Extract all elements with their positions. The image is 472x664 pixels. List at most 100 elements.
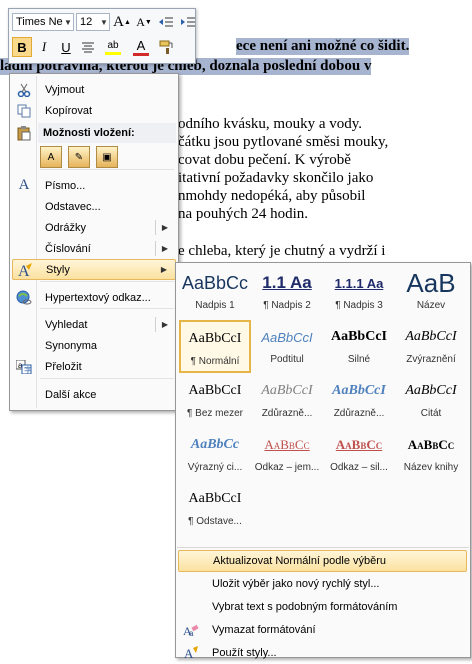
copy-icon [12, 104, 36, 118]
style-preview: AaBbCcI [188, 491, 242, 506]
menu-item-kopirovat[interactable]: Kopírovat [12, 100, 176, 121]
submenu-arrow-icon[interactable]: ▶ [161, 265, 167, 274]
style-tile[interactable]: AaBbCcI Zvýraznění [395, 320, 467, 373]
mini-toolbar: Times Ne ▼ 12 ▼ A ▲ A ▼ B I U ab A [8, 8, 196, 64]
chevron-down-icon[interactable]: ▼ [63, 18, 73, 27]
styles-action-item[interactable]: Vybrat text s podobným formátováním [178, 596, 467, 618]
increase-indent-icon[interactable] [178, 12, 198, 32]
style-tile[interactable]: AaBbCcI Zdůrazně... [323, 374, 395, 427]
align-center-icon[interactable] [78, 37, 98, 57]
menu-item-label: Přeložit [45, 360, 82, 373]
style-tile[interactable]: AaBbCc Výrazný ci... [179, 428, 251, 481]
style-name: Zdůrazně... [333, 408, 385, 419]
styles-action-label: Použít styly... [212, 647, 277, 659]
paste-text-only-button[interactable]: ▣ [96, 146, 118, 168]
font-color-icon: A [136, 37, 146, 53]
style-tile[interactable]: AaBbCcI ¶ Bez mezer [179, 374, 251, 427]
bold-button[interactable]: B [12, 37, 32, 57]
style-tile[interactable]: AaBbCc Odkaz – jem... [251, 428, 323, 481]
chevron-down-icon[interactable]: ▼ [99, 18, 109, 27]
font-icon: A [18, 177, 30, 193]
style-tile[interactable]: AaBbCcI Podtitul [251, 320, 323, 373]
document-line: covat dobu pečení. K výrobě [178, 152, 351, 168]
menu-item-odrazky[interactable]: Odrážky ▶ [12, 217, 176, 238]
translate-icon: a字 [12, 359, 36, 374]
menu-separator [40, 169, 174, 170]
document-line: itativní požadavky skončilo jako [178, 170, 374, 186]
split-button-divider [155, 220, 156, 235]
style-preview: AaBbCcI [261, 383, 313, 398]
style-tile[interactable]: 1.1 Aa ¶ Nadpis 2 [251, 266, 323, 319]
style-name: Zdůrazně... [261, 408, 313, 419]
highlight-color-button[interactable]: ab [100, 37, 126, 57]
style-tile[interactable]: AaBbCcI ¶ Odstave... [179, 482, 251, 535]
menu-item-label: Synonyma [45, 339, 97, 352]
shrink-font-icon[interactable]: A ▼ [134, 12, 154, 32]
style-tile[interactable]: 1.1.1 Aa ¶ Nadpis 3 [323, 266, 395, 319]
svg-text:A: A [184, 646, 194, 660]
style-tile[interactable]: AaBbCcI Silné [323, 320, 395, 373]
menu-item-label: Vyhledat [45, 318, 88, 331]
styles-icon: A [13, 262, 37, 278]
document-line: čátku jsou pytlované směsi mouky, [178, 134, 389, 150]
menu-item-vyhledat[interactable]: Vyhledat ▶ [12, 314, 176, 335]
menu-item-label: Odrážky [45, 221, 86, 234]
style-tile[interactable]: AaB Název [395, 266, 467, 319]
font-name-combo[interactable]: Times Ne ▼ [12, 13, 74, 31]
styles-action-item[interactable]: Aktualizovat Normální podle výběru [178, 550, 467, 572]
style-preview: AaBbCcI [330, 329, 387, 344]
menu-item-label: Hypertextový odkaz... [45, 291, 151, 304]
menu-item-pismo[interactable]: A Písmo... [12, 175, 176, 196]
underline-button[interactable]: U [56, 37, 76, 57]
menu-item-hypertextovy-odkaz[interactable]: Hypertextový odkaz... [12, 287, 176, 308]
style-name: ¶ Odstave... [188, 516, 242, 527]
submenu-arrow-icon[interactable]: ▶ [162, 320, 168, 329]
style-preview: AaBbCcI [332, 383, 386, 398]
split-button-divider [155, 317, 156, 332]
style-name: Výrazný ci... [187, 462, 243, 473]
styles-action-label: Uložit výběr jako nový rychlý styl... [212, 578, 380, 590]
decrease-indent-icon[interactable] [156, 12, 176, 32]
menu-item-styly[interactable]: A Styly ▶ [12, 259, 176, 280]
style-preview: AaB [406, 267, 456, 298]
menu-item-cislovani[interactable]: Číslování ▶ [12, 238, 176, 259]
style-name: Odkaz – jem... [254, 462, 320, 473]
style-tile[interactable]: AaBbCc Název knihy [395, 428, 467, 481]
styles-action-item[interactable]: Uložit výběr jako nový rychlý styl... [178, 573, 467, 595]
menu-item-label: Kopírovat [45, 104, 93, 117]
italic-button[interactable]: I [34, 37, 54, 57]
style-name: Název [416, 300, 446, 311]
style-name: Citát [420, 408, 442, 419]
font-color-button[interactable]: A [128, 37, 154, 57]
style-preview: AaBbCcI [405, 383, 457, 398]
style-name: Nadpis 1 [195, 300, 235, 311]
menu-item-dalsi-akce[interactable]: Další akce [12, 384, 176, 405]
menu-item-synonyma[interactable]: Synonyma [12, 335, 176, 356]
style-tile[interactable]: AaBbCcI Zdůrazně... [251, 374, 323, 427]
paste-keep-formatting-button[interactable]: A [40, 146, 62, 168]
grow-font-icon[interactable]: A ▲ [112, 12, 132, 32]
menu-item-prelozit[interactable]: a 字 Přeložit [12, 356, 176, 377]
font-size-combo[interactable]: 12 ▼ [76, 13, 110, 31]
style-tile[interactable]: AaBbCc Nadpis 1 [179, 266, 251, 319]
style-name: Podtitul [270, 354, 304, 365]
styles-action-label: Aktualizovat Normální podle výběru [213, 555, 387, 567]
font-color-bar [133, 52, 149, 56]
style-tile[interactable]: AaBbCcI Citát [395, 374, 467, 427]
submenu-arrow-icon[interactable]: ▶ [162, 223, 168, 232]
submenu-arrow-icon[interactable]: ▶ [162, 244, 168, 253]
menu-separator [40, 281, 174, 282]
style-tile[interactable]: AaBbCcI ¶ Normální [179, 320, 251, 373]
gallery-separator [177, 547, 469, 548]
style-tile[interactable]: AaBbCc Odkaz – sil... [323, 428, 395, 481]
menu-item-vyjmout[interactable]: Vyjmout [12, 79, 176, 100]
paste-merge-formatting-button[interactable]: ✎ [68, 146, 90, 168]
style-name: Silné [347, 354, 371, 365]
split-button-divider [155, 241, 156, 256]
style-preview: AaBbCcI [188, 331, 242, 346]
format-painter-icon[interactable] [156, 37, 176, 57]
svg-text:字: 字 [24, 365, 32, 374]
style-preview: AaBbCc [190, 437, 240, 452]
styles-action-item[interactable]: Aa Vymazat formátování [178, 619, 467, 641]
menu-item-odstavec[interactable]: Odstavec... [12, 196, 176, 217]
